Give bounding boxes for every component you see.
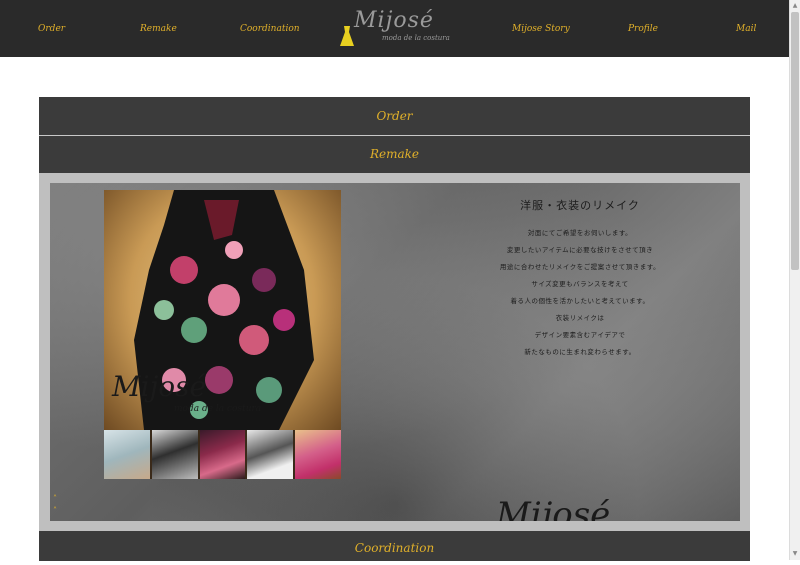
description-line: デザイン要素含むアイデアで bbox=[534, 331, 626, 339]
nav-order[interactable]: Order bbox=[38, 24, 65, 34]
description-line: 対面にてご希望をお伺いします。 bbox=[527, 229, 633, 237]
description-line: 新たなものに生まれ変わらせます。 bbox=[524, 348, 636, 356]
description-line: 用途に合わせたリメイクをご提案させて頂きます。 bbox=[499, 263, 661, 271]
chevron-up-icon: ˄ bbox=[53, 506, 57, 515]
page-scrollbar[interactable]: ▲ ▼ bbox=[789, 0, 800, 560]
main-photo: Mijosé moda de la costura bbox=[104, 190, 341, 430]
logo-subtitle: moda de la costura bbox=[382, 34, 450, 42]
remake-description: 洋服・衣装のリメイク 対面にてご希望をお伺いします。 変更したいアイテムに必要な… bbox=[430, 197, 730, 361]
scroll-down-icon[interactable]: ▼ bbox=[791, 549, 799, 559]
photo-logo-subtitle: moda de la costura bbox=[174, 404, 262, 414]
nav-mail[interactable]: Mail bbox=[736, 24, 756, 34]
accordion-coordination[interactable]: Coordination bbox=[39, 531, 750, 561]
description-line: サイズ変更もバランスを考えて bbox=[531, 280, 629, 288]
nav-mijose-story[interactable]: Mijose Story bbox=[512, 24, 570, 34]
remake-title: 洋服・衣装のリメイク bbox=[520, 199, 640, 212]
thumbnail-3[interactable] bbox=[199, 430, 246, 479]
remake-panel-content: Mijosé moda de la costura 洋服・衣装のリメイク 対面に… bbox=[50, 183, 740, 521]
logo-text: Mijosé bbox=[354, 8, 434, 33]
accordion-order[interactable]: Order bbox=[39, 97, 750, 136]
chevron-up-icon: ˄ bbox=[53, 494, 57, 503]
description-line: 変更したいアイテムに必要な技けをさせて頂き bbox=[506, 246, 654, 254]
thumbnail-4[interactable] bbox=[247, 430, 294, 479]
nav-remake[interactable]: Remake bbox=[140, 24, 177, 34]
scrollbar-thumb[interactable] bbox=[791, 12, 799, 270]
watermark-logo: Mijosé bbox=[496, 495, 611, 521]
accordion-remake[interactable]: Remake bbox=[39, 136, 750, 173]
thumbnail-1[interactable] bbox=[104, 430, 150, 479]
scroll-up-arrows[interactable]: ˄ ˄ bbox=[53, 493, 57, 517]
remake-panel: Mijosé moda de la costura 洋服・衣装のリメイク 対面に… bbox=[39, 173, 750, 531]
site-logo[interactable]: Mijosé moda de la costura bbox=[338, 8, 450, 50]
nav-coordination[interactable]: Coordination bbox=[240, 24, 300, 34]
thumbnail-strip bbox=[104, 430, 341, 479]
dress-icon bbox=[340, 26, 354, 46]
description-line: 着る人の個性を活かしたいと考えています。 bbox=[510, 297, 650, 305]
description-line: 衣装リメイクは bbox=[555, 314, 605, 322]
thumbnail-2[interactable] bbox=[151, 430, 198, 479]
nav-profile[interactable]: Profile bbox=[628, 24, 658, 34]
thumbnail-5[interactable] bbox=[295, 430, 341, 479]
scroll-up-icon[interactable]: ▲ bbox=[791, 1, 799, 11]
photo-logo: Mijosé bbox=[112, 370, 207, 403]
top-navigation-bar: Order Remake Coordination Mijosé moda de… bbox=[0, 0, 790, 57]
